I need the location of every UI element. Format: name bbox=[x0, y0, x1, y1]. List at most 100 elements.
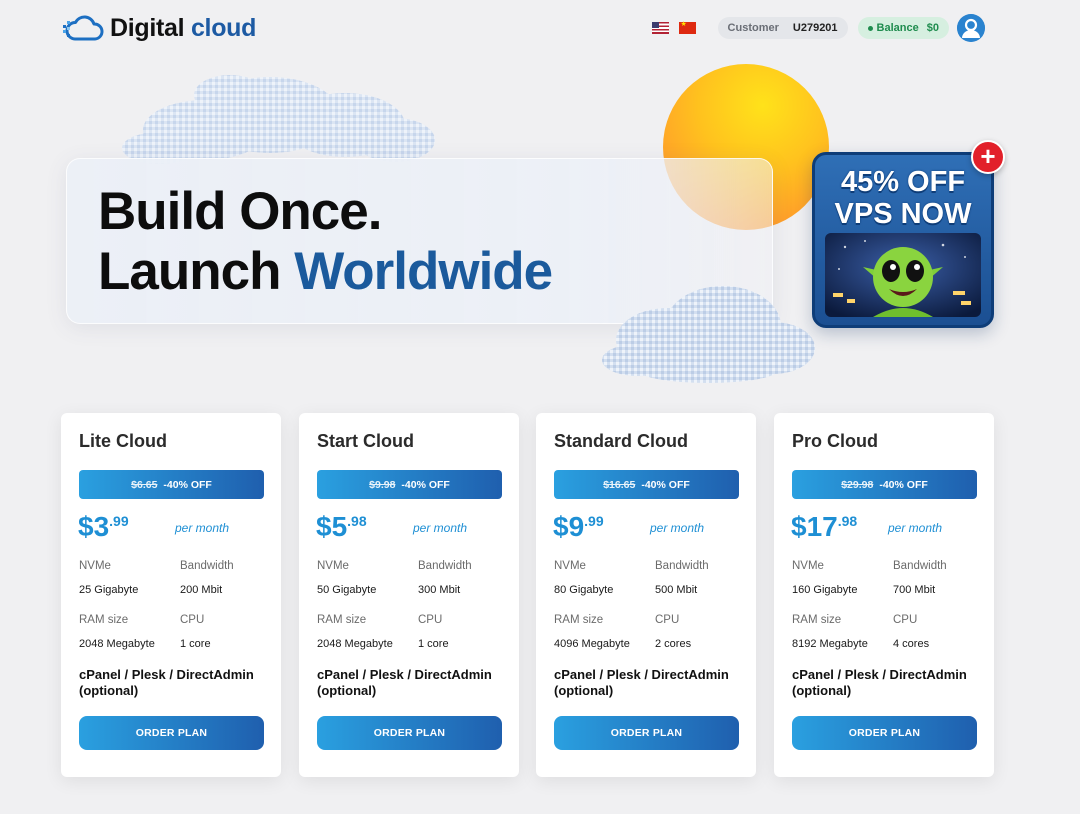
plan-price: $5.98 bbox=[316, 510, 367, 544]
promo-plus-button[interactable]: + bbox=[971, 140, 1005, 174]
control-panel-text: cPanel / Plesk / DirectAdmin (optional) bbox=[79, 667, 254, 698]
plan-card-start: Start Cloud $9.98 -40% OFF $5.98 per mon… bbox=[299, 413, 519, 777]
discount-text: -40% OFF bbox=[879, 478, 928, 491]
discount-badge: $9.98 -40% OFF bbox=[317, 470, 502, 499]
customer-id: U279201 bbox=[792, 22, 838, 34]
promo-headline: 45% OFF bbox=[840, 166, 966, 198]
price-cents: .98 bbox=[837, 513, 858, 529]
old-price: $16.65 bbox=[603, 478, 636, 491]
price-period: per month bbox=[650, 521, 705, 535]
hero-title-line2: Launch Worldwide bbox=[98, 242, 553, 302]
spec-value: 1 core bbox=[418, 638, 449, 650]
balance-pill[interactable]: Balance $0 bbox=[857, 17, 949, 39]
plan-card-standard: Standard Cloud $16.65 -40% OFF $9.99 per… bbox=[536, 413, 756, 777]
spec-label: Bandwidth bbox=[893, 560, 947, 572]
spec-label: Bandwidth bbox=[418, 560, 472, 572]
hero-title-line1: Build Once. bbox=[98, 182, 382, 241]
balance-value: $0 bbox=[926, 22, 939, 34]
cloud-icon bbox=[62, 13, 104, 43]
price-period: per month bbox=[413, 521, 468, 535]
header-right: Customer U279201 Balance $0 bbox=[651, 17, 949, 39]
balance-label-wrap: Balance bbox=[867, 22, 919, 34]
hero-title-line2-a: Launch bbox=[98, 242, 281, 301]
alien-mascot-image bbox=[825, 233, 981, 317]
plan-price: $9.99 bbox=[553, 510, 604, 544]
spec-value: 2048 Megabyte bbox=[79, 638, 155, 650]
old-price: $29.98 bbox=[841, 478, 874, 491]
spec-label: Bandwidth bbox=[180, 560, 234, 572]
spec-value: 8192 Megabyte bbox=[792, 638, 868, 650]
plan-name: Standard Cloud bbox=[554, 431, 688, 451]
spec-label: RAM size bbox=[79, 614, 129, 626]
promo-subline: VPS NOW bbox=[834, 198, 972, 230]
price-period: per month bbox=[175, 521, 230, 535]
spec-label: RAM size bbox=[554, 614, 604, 626]
discount-text: -40% OFF bbox=[163, 478, 212, 491]
discount-text: -40% OFF bbox=[641, 478, 690, 491]
price-cents: .99 bbox=[109, 513, 129, 529]
spec-label: NVMe bbox=[554, 560, 586, 572]
pricing-plans: Lite Cloud $6.65 -40% OFF $3.99 per mont… bbox=[61, 413, 995, 777]
balance-label: Balance bbox=[876, 22, 919, 34]
pixel-cloud-right bbox=[602, 286, 815, 383]
china-flag-icon[interactable] bbox=[678, 20, 696, 34]
old-price: $6.65 bbox=[131, 478, 158, 491]
old-price: $9.98 bbox=[369, 478, 396, 491]
spec-label: RAM size bbox=[792, 614, 842, 626]
price-period: per month bbox=[888, 521, 943, 535]
spec-label: NVMe bbox=[792, 560, 824, 572]
order-plan-button[interactable]: ORDER PLAN bbox=[554, 716, 739, 750]
spec-label: CPU bbox=[418, 614, 443, 626]
us-flag-icon[interactable] bbox=[651, 22, 669, 34]
spec-value: 50 Gigabyte bbox=[317, 584, 377, 596]
spec-label: NVMe bbox=[79, 560, 111, 572]
discount-badge: $6.65 -40% OFF bbox=[79, 470, 264, 499]
order-plan-button[interactable]: ORDER PLAN bbox=[792, 716, 977, 750]
spec-value: 300 Mbit bbox=[418, 584, 461, 596]
logo-text-primary: Digital bbox=[110, 13, 185, 42]
plan-name: Lite Cloud bbox=[79, 431, 167, 451]
price-main: $3 bbox=[78, 511, 110, 542]
pixel-cloud-left bbox=[122, 75, 435, 164]
hero-title-highlight: Worldwide bbox=[294, 242, 553, 301]
spec-label: NVMe bbox=[317, 560, 349, 572]
spec-label: CPU bbox=[655, 614, 680, 626]
customer-label: Customer bbox=[727, 22, 779, 34]
spec-value: 200 Mbit bbox=[180, 584, 223, 596]
logo-text: Digital cloud bbox=[110, 14, 256, 43]
plan-card-pro: Pro Cloud $29.98 -40% OFF $17.98 per mon… bbox=[774, 413, 994, 777]
price-main: $9 bbox=[553, 511, 585, 542]
control-panel-text: cPanel / Plesk / DirectAdmin (optional) bbox=[317, 667, 492, 698]
plan-name: Start Cloud bbox=[317, 431, 414, 451]
logo[interactable]: Digital cloud bbox=[62, 13, 256, 43]
spec-label: Bandwidth bbox=[655, 560, 709, 572]
spec-value: 4096 Megabyte bbox=[554, 638, 630, 650]
price-cents: .99 bbox=[584, 513, 604, 529]
order-plan-button[interactable]: ORDER PLAN bbox=[317, 716, 502, 750]
spec-value: 1 core bbox=[180, 638, 211, 650]
spec-value: 2048 Megabyte bbox=[317, 638, 393, 650]
plan-price: $3.99 bbox=[78, 510, 129, 544]
customer-pill[interactable]: Customer U279201 bbox=[717, 17, 848, 39]
price-cents: .98 bbox=[347, 513, 367, 529]
spec-value: 25 Gigabyte bbox=[79, 584, 139, 596]
spec-label: CPU bbox=[893, 614, 918, 626]
control-panel-text: cPanel / Plesk / DirectAdmin (optional) bbox=[792, 667, 967, 698]
order-plan-button[interactable]: ORDER PLAN bbox=[79, 716, 264, 750]
price-main: $5 bbox=[316, 511, 348, 542]
site-header: Digital cloud Customer U279201 Balance $… bbox=[0, 0, 1080, 60]
logo-text-accent: cloud bbox=[190, 13, 257, 42]
spec-value: 2 cores bbox=[655, 638, 692, 650]
plan-name: Pro Cloud bbox=[792, 431, 878, 451]
status-dot-icon bbox=[867, 25, 873, 31]
spec-value: 160 Gigabyte bbox=[792, 584, 858, 596]
spec-value: 700 Mbit bbox=[893, 584, 936, 596]
price-main: $17 bbox=[791, 511, 838, 542]
plan-price: $17.98 bbox=[791, 510, 857, 544]
discount-text: -40% OFF bbox=[401, 478, 450, 491]
hero-title: Build Once. Launch Worldwide bbox=[98, 182, 553, 302]
user-avatar-icon[interactable] bbox=[957, 14, 985, 42]
spec-value: 4 cores bbox=[893, 638, 930, 650]
plan-card-lite: Lite Cloud $6.65 -40% OFF $3.99 per mont… bbox=[61, 413, 281, 777]
promo-card[interactable]: 45% OFF VPS NOW bbox=[812, 152, 994, 328]
